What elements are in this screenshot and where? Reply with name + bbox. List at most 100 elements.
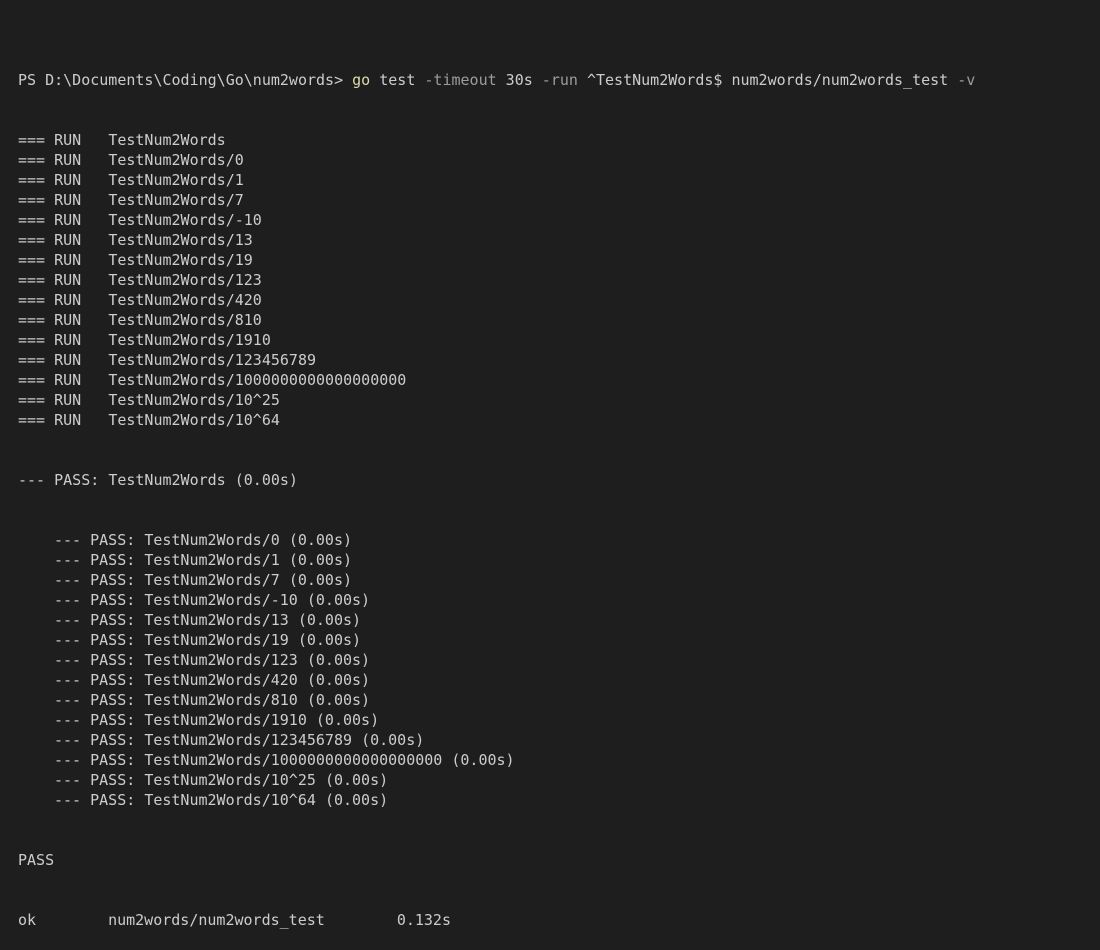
- run-test-name: TestNum2Words/-10: [108, 211, 262, 229]
- pass-line: --- PASS: TestNum2Words/0 (0.00s): [18, 530, 1100, 550]
- run-prefix: === RUN: [18, 191, 82, 209]
- pass-test-name: TestNum2Words/1910: [144, 711, 307, 729]
- run-test-name: TestNum2Words/1910: [108, 331, 271, 349]
- pass-time: (0.00s): [288, 531, 353, 549]
- summary-time: 0.132s: [396, 911, 451, 929]
- summary-ok-line: ok num2words/num2words_test 0.132s: [18, 910, 1100, 930]
- summary-ok: ok: [18, 911, 37, 929]
- run-line: === RUN TestNum2Words/420: [18, 290, 1100, 310]
- pass-prefix: --- PASS:: [54, 711, 136, 729]
- run-test-name: TestNum2Words/0: [108, 151, 244, 169]
- pass-test-name: TestNum2Words/7: [144, 571, 280, 589]
- run-prefix: === RUN: [18, 251, 82, 269]
- run-test-name: TestNum2Words/19: [108, 251, 253, 269]
- pass-prefix: --- PASS:: [54, 731, 136, 749]
- command-flag-run: -run: [541, 71, 578, 89]
- run-test-name: TestNum2Words/10^25: [108, 391, 280, 409]
- command-flag-v: -v: [957, 71, 976, 89]
- pass-test-name: TestNum2Words/10^64: [144, 791, 316, 809]
- pass-time: (0.00s): [288, 551, 353, 569]
- pass-line: --- PASS: TestNum2Words/-10 (0.00s): [18, 590, 1100, 610]
- summary-package: num2words/num2words_test: [108, 911, 325, 929]
- pass-line: --- PASS: TestNum2Words/13 (0.00s): [18, 610, 1100, 630]
- pass-test-name: TestNum2Words/123456789: [144, 731, 353, 749]
- run-line: === RUN TestNum2Words/-10: [18, 210, 1100, 230]
- command-flag-timeout: -timeout: [424, 71, 497, 89]
- command-run-pattern: ^TestNum2Words$: [586, 71, 723, 89]
- pass-test-name: TestNum2Words/13: [144, 611, 289, 629]
- pass-line: --- PASS: TestNum2Words/123456789 (0.00s…: [18, 730, 1100, 750]
- pass-time: (0.00s): [315, 711, 380, 729]
- run-prefix: === RUN: [18, 371, 82, 389]
- pass-line: --- PASS: TestNum2Words/123 (0.00s): [18, 650, 1100, 670]
- run-line: === RUN TestNum2Words/0: [18, 150, 1100, 170]
- run-line: === RUN TestNum2Words/7: [18, 190, 1100, 210]
- pass-prefix: --- PASS:: [54, 531, 136, 549]
- run-prefix: === RUN: [18, 331, 82, 349]
- run-prefix: === RUN: [18, 151, 82, 169]
- command-package: num2words/num2words_test: [731, 71, 949, 89]
- run-test-name: TestNum2Words/420: [108, 291, 262, 309]
- run-test-name: TestNum2Words/1: [108, 171, 244, 189]
- pass-time: (0.00s): [361, 731, 425, 749]
- pass-test-name: TestNum2Words/19: [144, 631, 289, 649]
- run-prefix: === RUN: [18, 271, 82, 289]
- run-prefix: === RUN: [18, 351, 82, 369]
- pass-time: (0.00s): [324, 791, 389, 809]
- pass-prefix: --- PASS:: [54, 611, 136, 629]
- run-line: === RUN TestNum2Words/810: [18, 310, 1100, 330]
- pass-line: --- PASS: TestNum2Words/810 (0.00s): [18, 690, 1100, 710]
- command-subcommand: test: [379, 71, 416, 89]
- run-line: === RUN TestNum2Words/10^64: [18, 410, 1100, 430]
- run-prefix: === RUN: [18, 391, 82, 409]
- pass-test-name: TestNum2Words/-10: [144, 591, 298, 609]
- pass-line: --- PASS: TestNum2Words/420 (0.00s): [18, 670, 1100, 690]
- pass-prefix: --- PASS:: [18, 471, 100, 489]
- run-test-name: TestNum2Words/123: [108, 271, 262, 289]
- run-line: === RUN TestNum2Words/100000000000000000…: [18, 370, 1100, 390]
- pass-test-name: TestNum2Words: [108, 471, 226, 489]
- run-test-name: TestNum2Words: [108, 131, 226, 149]
- run-line: === RUN TestNum2Words/123: [18, 270, 1100, 290]
- terminal-output[interactable]: PS D:\Documents\Coding\Go\num2words> go …: [0, 0, 1100, 929]
- pass-prefix: --- PASS:: [54, 671, 136, 689]
- pass-prefix: --- PASS:: [54, 651, 136, 669]
- pass-prefix: --- PASS:: [54, 571, 136, 589]
- pass-time: (0.00s): [306, 651, 371, 669]
- pass-prefix: --- PASS:: [54, 791, 136, 809]
- pass-prefix: --- PASS:: [54, 551, 136, 569]
- run-prefix: === RUN: [18, 411, 82, 429]
- pass-line: --- PASS: TestNum2Words/1910 (0.00s): [18, 710, 1100, 730]
- run-prefix: === RUN: [18, 171, 82, 189]
- run-line: === RUN TestNum2Words/1: [18, 170, 1100, 190]
- run-test-name: TestNum2Words/7: [108, 191, 244, 209]
- run-line: === RUN TestNum2Words: [18, 130, 1100, 150]
- pass-prefix: --- PASS:: [54, 631, 136, 649]
- pass-prefix: --- PASS:: [54, 691, 136, 709]
- pass-test-name: TestNum2Words/810: [144, 691, 298, 709]
- run-test-name: TestNum2Words/13: [108, 231, 253, 249]
- run-line: === RUN TestNum2Words/10^25: [18, 390, 1100, 410]
- pass-time: (0.00s): [306, 671, 371, 689]
- command-line: PS D:\Documents\Coding\Go\num2words> go …: [18, 70, 1100, 90]
- pass-prefix: --- PASS:: [54, 751, 136, 769]
- pass-test-name: TestNum2Words/1: [144, 551, 280, 569]
- pass-time: (0.00s): [297, 611, 362, 629]
- run-prefix: === RUN: [18, 231, 82, 249]
- run-prefix: === RUN: [18, 311, 82, 329]
- pass-test-name: TestNum2Words/0: [144, 531, 280, 549]
- pass-line: --- PASS: TestNum2Words/1000000000000000…: [18, 750, 1100, 770]
- pass-time: (0.00s): [288, 571, 353, 589]
- pass-time: (0.00s): [306, 691, 371, 709]
- pass-prefix: --- PASS:: [54, 591, 136, 609]
- pass-time: (0.00s): [306, 591, 371, 609]
- run-line: === RUN TestNum2Words/13: [18, 230, 1100, 250]
- run-prefix: === RUN: [18, 291, 82, 309]
- run-test-name: TestNum2Words/810: [108, 311, 262, 329]
- pass-line: --- PASS: TestNum2Words/7 (0.00s): [18, 570, 1100, 590]
- pass-line: --- PASS: TestNum2Words/10^64 (0.00s): [18, 790, 1100, 810]
- pass-test-name: TestNum2Words/10^25: [144, 771, 316, 789]
- summary-pass-line: PASS: [18, 851, 55, 869]
- pass-time: (0.00s): [297, 631, 362, 649]
- command-executable: go: [352, 71, 371, 89]
